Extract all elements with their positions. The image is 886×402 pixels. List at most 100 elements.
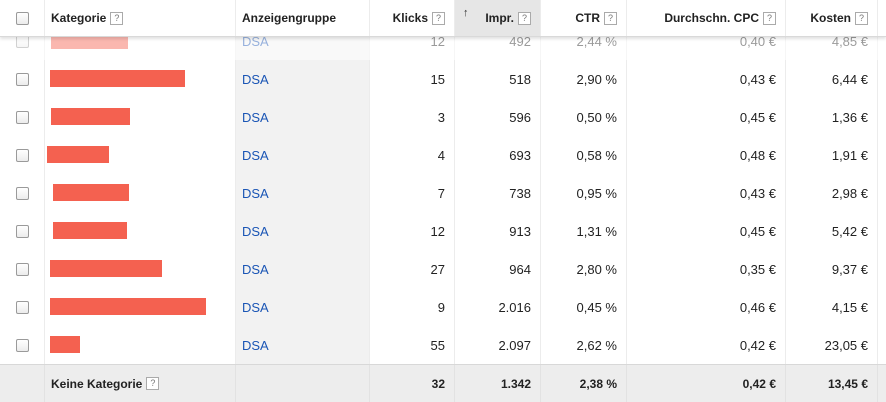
cost-cell: 1,91 € <box>786 136 878 174</box>
row-checkbox-cell <box>0 212 45 250</box>
row-checkbox[interactable] <box>15 186 29 200</box>
row-checkbox[interactable] <box>15 72 29 86</box>
impressions-cell: 2.097 <box>455 326 541 364</box>
category-cell <box>45 288 236 326</box>
column-header-adgroup-label: Anzeigengruppe <box>242 11 337 25</box>
cost-cell: 4,15 € <box>786 288 878 326</box>
help-icon[interactable]: ? <box>110 11 124 25</box>
redacted-category <box>53 222 127 239</box>
help-icon[interactable]: ? <box>763 11 776 25</box>
footer-clicks: 32 <box>370 365 455 402</box>
impressions-cell: 518 <box>455 60 541 98</box>
impressions-cell: 964 <box>455 250 541 288</box>
footer-cost: 13,45 € <box>786 365 878 402</box>
adgroup-link[interactable]: DSA <box>242 224 269 239</box>
impressions-cell: 693 <box>455 136 541 174</box>
table-row: DSA 15 518 2,90 % 0,43 € 6,44 € <box>0 60 886 99</box>
footer-avg-cpc: 0,42 € <box>627 365 786 402</box>
row-checkbox-cell <box>0 98 45 136</box>
impressions-cell: 596 <box>455 98 541 136</box>
impressions-cell: 738 <box>455 174 541 212</box>
footer-ctr: 2,38 % <box>541 365 627 402</box>
footer-adgroup-cell <box>236 365 370 402</box>
column-header-category-label: Kategorie <box>51 11 107 25</box>
adgroup-link[interactable]: DSA <box>242 72 269 87</box>
avg-cpc-cell: 0,43 € <box>627 174 786 212</box>
table-row: DSA 12 913 1,31 % 0,45 € 5,42 € <box>0 212 886 251</box>
adgroup-cell: DSA <box>236 174 370 212</box>
adgroup-link[interactable]: DSA <box>242 110 269 125</box>
ctr-cell: 2,62 % <box>541 326 627 364</box>
sort-ascending-icon: ↑ <box>463 7 469 19</box>
adgroup-link[interactable]: DSA <box>242 148 269 163</box>
avg-cpc-cell: 0,35 € <box>627 250 786 288</box>
row-checkbox[interactable] <box>15 338 29 352</box>
row-checkbox-cell <box>0 136 45 174</box>
row-checkbox[interactable] <box>15 148 29 162</box>
select-all-checkbox[interactable] <box>15 11 29 25</box>
table-footer-row: Keine Kategorie ? 32 1.342 2,38 % 0,42 €… <box>0 364 886 402</box>
impressions-cell: 2.016 <box>455 288 541 326</box>
ctr-cell: 2,90 % <box>541 60 627 98</box>
clicks-cell: 12 <box>370 212 455 250</box>
ctr-cell: 0,45 % <box>541 288 627 326</box>
avg-cpc-cell: 0,46 € <box>627 288 786 326</box>
table-row: DSA 7 738 0,95 % 0,43 € 2,98 € <box>0 174 886 213</box>
column-header-adgroup[interactable]: Anzeigengruppe <box>236 0 370 36</box>
column-header-avg-cpc[interactable]: Durchschn. CPC ? <box>627 0 786 36</box>
table-row: DSA 55 2.097 2,62 % 0,42 € 23,05 € <box>0 326 886 365</box>
adgroup-cell: DSA <box>236 60 370 98</box>
avg-cpc-cell: 0,45 € <box>627 98 786 136</box>
redacted-category <box>50 336 80 353</box>
column-header-cost[interactable]: Kosten ? <box>786 0 878 36</box>
row-checkbox[interactable] <box>15 110 29 124</box>
category-cell <box>45 250 236 288</box>
help-icon[interactable]: ? <box>518 11 531 25</box>
redacted-category <box>51 108 130 125</box>
column-header-ctr[interactable]: CTR ? <box>541 0 627 36</box>
help-icon[interactable]: ? <box>604 11 617 25</box>
adgroup-cell: DSA <box>236 136 370 174</box>
column-header-impressions-label: Impr. <box>485 11 514 25</box>
row-checkbox[interactable] <box>15 300 29 314</box>
row-checkbox[interactable] <box>15 262 29 276</box>
cost-cell: 5,42 € <box>786 212 878 250</box>
row-checkbox-cell <box>0 326 45 364</box>
cost-cell: 6,44 € <box>786 60 878 98</box>
column-header-impressions[interactable]: ↑ Impr. ? <box>455 0 541 36</box>
column-header-ctr-label: CTR <box>575 11 600 25</box>
ctr-cell: 2,80 % <box>541 250 627 288</box>
clicks-cell: 15 <box>370 60 455 98</box>
ctr-cell: 0,95 % <box>541 174 627 212</box>
footer-label-cell: Keine Kategorie ? <box>45 365 236 402</box>
cost-cell: 9,37 € <box>786 250 878 288</box>
column-header-category[interactable]: Kategorie ? <box>45 0 236 36</box>
adgroup-link[interactable]: DSA <box>242 300 269 315</box>
adgroup-cell: DSA <box>236 326 370 364</box>
adgroup-cell: DSA <box>236 212 370 250</box>
help-icon[interactable]: ? <box>432 11 445 25</box>
cost-cell: 1,36 € <box>786 98 878 136</box>
header-spacer <box>878 0 886 36</box>
row-checkbox-cell <box>0 250 45 288</box>
impressions-cell: 913 <box>455 212 541 250</box>
ctr-cell: 1,31 % <box>541 212 627 250</box>
help-icon[interactable]: ? <box>855 11 868 25</box>
avg-cpc-cell: 0,48 € <box>627 136 786 174</box>
category-cell <box>45 212 236 250</box>
help-icon[interactable]: ? <box>146 377 160 390</box>
adgroup-link[interactable]: DSA <box>242 338 269 353</box>
category-cell <box>45 60 236 98</box>
ctr-cell: 0,58 % <box>541 136 627 174</box>
table-row: DSA 27 964 2,80 % 0,35 € 9,37 € <box>0 250 886 289</box>
cost-cell: 23,05 € <box>786 326 878 364</box>
adgroup-link[interactable]: DSA <box>242 186 269 201</box>
column-header-clicks-label: Klicks <box>392 11 428 25</box>
row-checkbox-cell <box>0 288 45 326</box>
column-header-clicks[interactable]: Klicks ? <box>370 0 455 36</box>
row-checkbox[interactable] <box>15 224 29 238</box>
clicks-cell: 4 <box>370 136 455 174</box>
column-header-cost-label: Kosten <box>810 11 851 25</box>
avg-cpc-cell: 0,43 € <box>627 60 786 98</box>
adgroup-link[interactable]: DSA <box>242 262 269 277</box>
